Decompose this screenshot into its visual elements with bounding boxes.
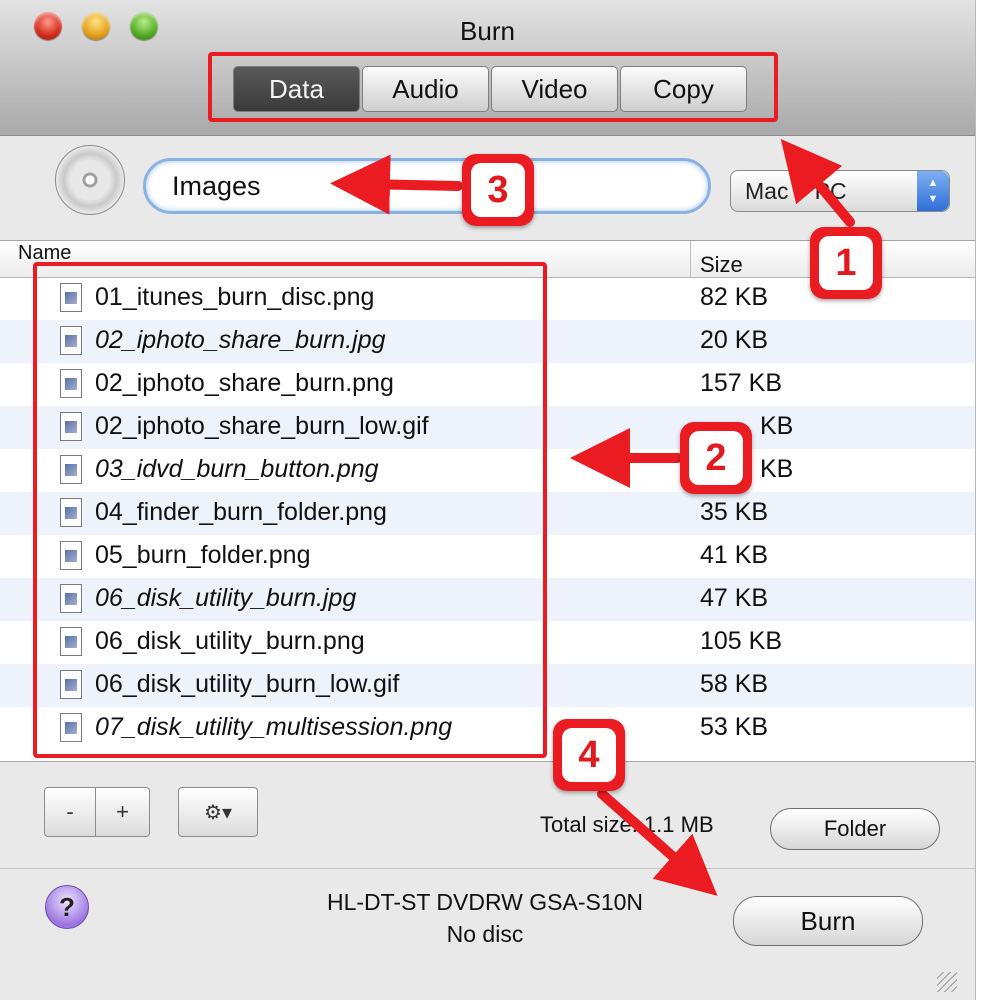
window-title: Burn [460, 16, 515, 46]
file-size: 82 KB [700, 283, 769, 311]
image-file-icon [60, 584, 82, 613]
list-item[interactable]: 06_disk_utility_burn.png 105 KB [0, 621, 975, 664]
file-name: 07_disk_utility_multisession.png [95, 713, 453, 741]
total-size-label: Total size: 1.1 MB [540, 812, 714, 837]
list-item[interactable]: 06_disk_utility_burn_low.gif 58 KB [0, 664, 975, 707]
divider [0, 868, 975, 869]
file-name: 02_iphoto_share_burn_low.gif [95, 412, 429, 440]
file-size: KB [760, 412, 794, 440]
tab-data[interactable]: Data [233, 66, 360, 112]
drive-name: HL-DT-ST DVDRW GSA-S10N [326, 889, 644, 915]
column-header-name[interactable]: Name [18, 241, 71, 265]
burn-button[interactable]: Burn [733, 896, 923, 946]
image-file-icon [60, 670, 82, 699]
callout-1-number: 1 [819, 236, 873, 290]
file-name: 02_iphoto_share_burn.png [95, 369, 394, 397]
file-name: 03_idvd_burn_button.png [95, 455, 379, 483]
disc-icon [55, 145, 125, 215]
file-size: 47 KB [700, 584, 769, 612]
file-size: 58 KB [700, 670, 769, 698]
file-name: 02_iphoto_share_burn.jpg [95, 326, 386, 354]
callout-4: 4 [553, 719, 625, 791]
file-name: 05_burn_folder.png [95, 541, 311, 569]
file-name: 04_finder_burn_folder.png [95, 498, 387, 526]
resize-grip-icon[interactable] [937, 972, 957, 992]
image-file-icon [60, 541, 82, 570]
tab-video[interactable]: Video [491, 66, 618, 112]
file-size: 41 KB [700, 541, 769, 569]
image-file-icon [60, 455, 82, 484]
updown-arrows-icon: ▲ ▼ [917, 171, 949, 211]
file-size: 20 KB [700, 326, 769, 354]
column-divider[interactable] [690, 241, 691, 277]
tab-audio[interactable]: Audio [362, 66, 489, 112]
list-item[interactable]: 05_burn_folder.png 41 KB [0, 535, 975, 578]
burn-window: Burn Data Audio Video Copy Mac + PC ▲▼ N… [0, 0, 976, 1000]
list-item[interactable]: 02_iphoto_share_burn.png 157 KB [0, 363, 975, 406]
disc-name-input[interactable] [143, 158, 711, 214]
image-file-icon [60, 326, 82, 355]
disc-status: No disc [446, 921, 524, 947]
remove-file-button[interactable]: - [44, 787, 96, 837]
gear-icon[interactable]: ⚙▾ [178, 787, 258, 837]
help-icon[interactable]: ? [45, 885, 89, 929]
file-size: 53 KB [700, 713, 769, 741]
image-file-icon [60, 627, 82, 656]
tab-copy[interactable]: Copy [620, 66, 747, 112]
image-file-icon [60, 283, 82, 312]
file-size: KB [760, 455, 794, 483]
column-header-size[interactable]: Size [700, 251, 743, 279]
image-file-icon [60, 498, 82, 527]
callout-1: 1 [810, 227, 882, 299]
image-file-icon [60, 369, 82, 398]
drive-status: HL-DT-ST DVDRW GSA-S10N No disc [300, 886, 670, 950]
list-item[interactable]: 02_iphoto_share_burn_low.gif KB [0, 406, 975, 449]
list-item[interactable]: 04_finder_burn_folder.png 35 KB [0, 492, 975, 535]
file-size: 35 KB [700, 498, 769, 526]
mode-tabs: Data Audio Video Copy [233, 66, 749, 112]
toolbar: Burn Data Audio Video Copy [0, 0, 975, 136]
file-size: 105 KB [700, 627, 783, 655]
file-rows: 01_itunes_burn_disc.png 82 KB 02_iphoto_… [0, 277, 975, 750]
callout-2: 2 [680, 422, 752, 494]
image-file-icon [60, 713, 82, 742]
file-size: 157 KB [700, 369, 783, 397]
add-file-button[interactable]: + [96, 787, 150, 837]
new-folder-button[interactable]: Folder [770, 808, 940, 850]
file-name: 06_disk_utility_burn.jpg [95, 584, 357, 612]
file-name: 06_disk_utility_burn.png [95, 627, 365, 655]
callout-2-number: 2 [689, 431, 743, 485]
list-item[interactable]: 06_disk_utility_burn.jpg 47 KB [0, 578, 975, 621]
callout-3-number: 3 [471, 163, 525, 217]
format-select-value: Mac + PC [745, 178, 847, 204]
list-item[interactable]: 03_idvd_burn_button.png KB [0, 449, 975, 492]
file-list[interactable]: Name Size 01_itunes_burn_disc.png 82 KB … [0, 240, 975, 762]
list-item[interactable]: 07_disk_utility_multisession.png 53 KB [0, 707, 975, 750]
callout-3: 3 [462, 154, 534, 226]
image-file-icon [60, 412, 82, 441]
format-select[interactable]: Mac + PC ▲ ▼ [730, 170, 950, 212]
list-item[interactable]: 02_iphoto_share_burn.jpg 20 KB [0, 320, 975, 363]
callout-4-number: 4 [562, 728, 616, 782]
file-name: 06_disk_utility_burn_low.gif [95, 670, 400, 698]
file-name: 01_itunes_burn_disc.png [95, 283, 375, 311]
